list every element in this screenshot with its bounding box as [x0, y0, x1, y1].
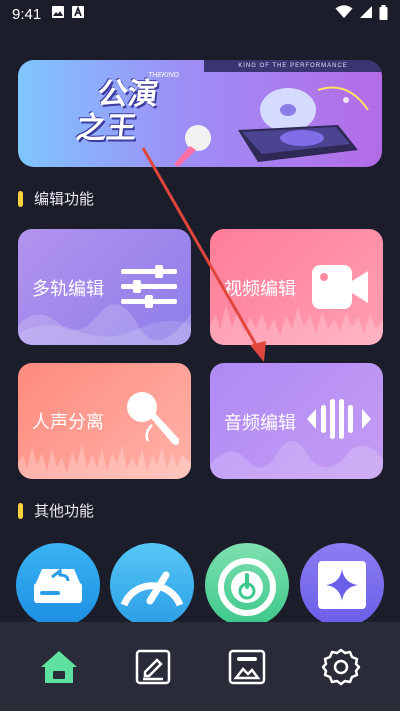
- sliders-icon: [121, 265, 177, 308]
- section-marker: [18, 190, 23, 207]
- promo-banner[interactable]: KING OF THE PERFORMANCE THEKING 公演 之王: [18, 60, 382, 167]
- edit-document-icon: [135, 649, 171, 684]
- other-section-title: 其他功能: [18, 500, 94, 521]
- section-marker: [18, 502, 23, 519]
- hard-drive-icon: [34, 568, 82, 603]
- speedometer-icon: [120, 571, 184, 607]
- nav-media[interactable]: [222, 642, 272, 692]
- vocal-separation-label: 人声分离: [32, 412, 104, 433]
- video-camera-icon: [312, 265, 368, 309]
- edit-section-title: 编辑功能: [18, 188, 94, 209]
- vocal-separation-card[interactable]: 人声分离: [18, 363, 191, 479]
- audio-edit-card[interactable]: 音频编辑: [210, 363, 383, 479]
- audio-waveform-icon: [307, 399, 371, 439]
- microphone-illustration-icon: [174, 125, 211, 167]
- home-icon: [41, 650, 77, 683]
- power-disc-icon: [218, 558, 276, 616]
- multitrack-edit-card[interactable]: 多轨编辑: [18, 229, 191, 345]
- video-edit-card[interactable]: 视频编辑: [210, 229, 383, 345]
- video-edit-label: 视频编辑: [224, 279, 296, 300]
- storage-tool-button[interactable]: [16, 543, 100, 627]
- nav-home[interactable]: [34, 642, 84, 692]
- banner-title-line1: 公演: [96, 77, 160, 112]
- power-tool-button[interactable]: [205, 543, 289, 627]
- edit-section-label: 编辑功能: [34, 190, 95, 208]
- status-bar: 9:41: [0, 0, 400, 28]
- battery-icon: [379, 4, 388, 24]
- gear-icon: [321, 648, 361, 685]
- microphone-icon: [127, 392, 179, 445]
- other-section-label: 其他功能: [34, 502, 95, 520]
- signal-icon: [359, 5, 373, 23]
- speed-tool-button[interactable]: [110, 543, 194, 627]
- wifi-icon: [335, 5, 353, 23]
- nav-settings[interactable]: [316, 642, 366, 692]
- sparkle-tool-button[interactable]: [300, 543, 384, 627]
- audio-edit-label: 音频编辑: [224, 413, 296, 434]
- other-tools-row: [16, 543, 386, 627]
- image-notification-icon: [51, 5, 65, 23]
- status-time: 9:41: [12, 5, 42, 23]
- nav-edit[interactable]: [128, 642, 178, 692]
- multitrack-edit-label: 多轨编辑: [32, 279, 104, 300]
- turntable-illustration-icon: [238, 86, 369, 162]
- sparkle-icon: [318, 561, 366, 609]
- media-library-icon: [228, 649, 266, 684]
- bottom-navigation: [0, 622, 400, 711]
- a-notification-icon: [71, 5, 85, 23]
